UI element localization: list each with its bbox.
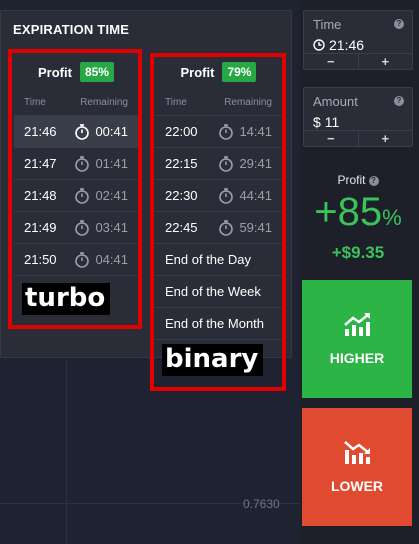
stopwatch-icon [219,123,234,140]
expiry-time: 22:15 [165,156,198,171]
stopwatch-icon [219,187,234,204]
expiry-time: 22:00 [165,124,198,139]
turbo-col-time: Time [24,97,46,108]
time-field[interactable]: Time ? 21:46 − + [303,10,413,70]
stopwatch-icon [75,123,90,140]
time-value-text: 21:46 [329,37,365,53]
amount-label: Amount [313,94,358,109]
binary-profit-row: Profit 79% [155,54,282,90]
expiry-option-end-of-month[interactable]: End of the Month [155,308,282,340]
time-remaining: 00:41 [95,124,128,139]
help-icon[interactable]: ? [394,19,404,29]
help-icon[interactable]: ? [394,96,404,106]
stopwatch-icon [75,187,90,204]
help-icon[interactable]: ? [368,175,379,186]
amount-stepper: − + [304,130,412,146]
price-axis-label: 0.7630 [243,497,280,511]
turbo-profit-label: Profit [38,64,72,80]
time-remaining: 02:41 [95,188,128,203]
lower-label: LOWER [330,478,384,494]
time-remaining: 29:41 [239,156,272,171]
higher-label: HIGHER [329,350,385,366]
amount-increment-button[interactable]: + [359,131,413,146]
lower-button[interactable]: LOWER [302,408,412,526]
time-remaining: 04:41 [95,252,128,267]
turbo-row[interactable]: 21:46 00:41 [14,116,138,148]
turbo-row[interactable]: 21:50 04:41 [14,244,138,276]
time-label: Time [313,17,342,32]
profit-label-row: Profit? [303,173,413,187]
profit-label: Profit [337,173,366,187]
turbo-row[interactable]: 21:47 01:41 [14,148,138,180]
binary-column: Profit 79% Time Remaining 22:00 14:41 22… [155,54,282,340]
binary-header-row: Time Remaining [155,90,282,116]
profit-value: 85 [337,190,383,234]
time-increment-button[interactable]: + [359,54,413,69]
expiry-time: 22:30 [165,188,198,203]
time-remaining: 44:41 [239,188,272,203]
turbo-row[interactable]: 21:49 03:41 [14,212,138,244]
turbo-profit-badge: 85% [79,62,114,82]
binary-col-remaining: Remaining [224,97,272,108]
turbo-header-row: Time Remaining [14,90,138,116]
expiry-option-end-of-day[interactable]: End of the Day [155,244,282,276]
clock-icon [313,39,325,51]
binary-row[interactable]: 22:45 59:41 [155,212,282,244]
turbo-caption: turbo [22,283,111,315]
stopwatch-icon [219,219,234,236]
binary-col-time: Time [165,97,187,108]
time-remaining: 01:41 [95,156,128,171]
turbo-row[interactable]: 21:48 02:41 [14,180,138,212]
chart-gridline-vertical [66,360,67,544]
amount-value-text: 11 [324,114,340,130]
stopwatch-icon [75,251,90,268]
expiration-title: EXPIRATION TIME [13,22,130,37]
expiry-time: 21:47 [24,156,57,171]
higher-button[interactable]: HIGHER [302,280,412,398]
stopwatch-icon [219,155,234,172]
amount-field[interactable]: Amount ? $ 11 − + [303,87,413,147]
turbo-profit-row: Profit 85% [14,54,138,90]
trend-down-icon [344,441,370,464]
profit-amount: +$9.35 [331,243,385,262]
binary-caption: binary [162,344,264,376]
stopwatch-icon [75,219,90,236]
time-value[interactable]: 21:46 [313,37,364,53]
binary-row[interactable]: 22:30 44:41 [155,180,282,212]
profit-sign: + [314,190,338,234]
amount-decrement-button[interactable]: − [304,131,359,146]
time-decrement-button[interactable]: − [304,54,359,69]
expiry-time: 21:50 [24,252,57,267]
expiry-time: 21:49 [24,220,57,235]
binary-profit-label: Profit [180,64,215,80]
binary-profit-badge: 79% [222,62,257,82]
currency-symbol: $ [313,114,321,130]
binary-row[interactable]: 22:15 29:41 [155,148,282,180]
profit-unit: % [382,205,402,230]
expiry-time: 21:48 [24,188,57,203]
amount-value[interactable]: $ 11 [313,114,339,130]
profit-percentage: +85% [303,190,413,235]
expiry-option-end-of-week[interactable]: End of the Week [155,276,282,308]
stopwatch-icon [75,155,90,172]
expiry-time: 22:45 [165,220,198,235]
expiry-time: 21:46 [24,124,57,139]
time-remaining: 03:41 [95,220,128,235]
trend-up-icon [344,313,370,336]
time-remaining: 14:41 [239,124,272,139]
time-stepper: − + [304,53,412,69]
binary-row[interactable]: 22:00 14:41 [155,116,282,148]
turbo-col-remaining: Remaining [80,97,128,108]
time-remaining: 59:41 [239,220,272,235]
turbo-column: Profit 85% Time Remaining 21:46 00:41 21… [14,54,138,276]
